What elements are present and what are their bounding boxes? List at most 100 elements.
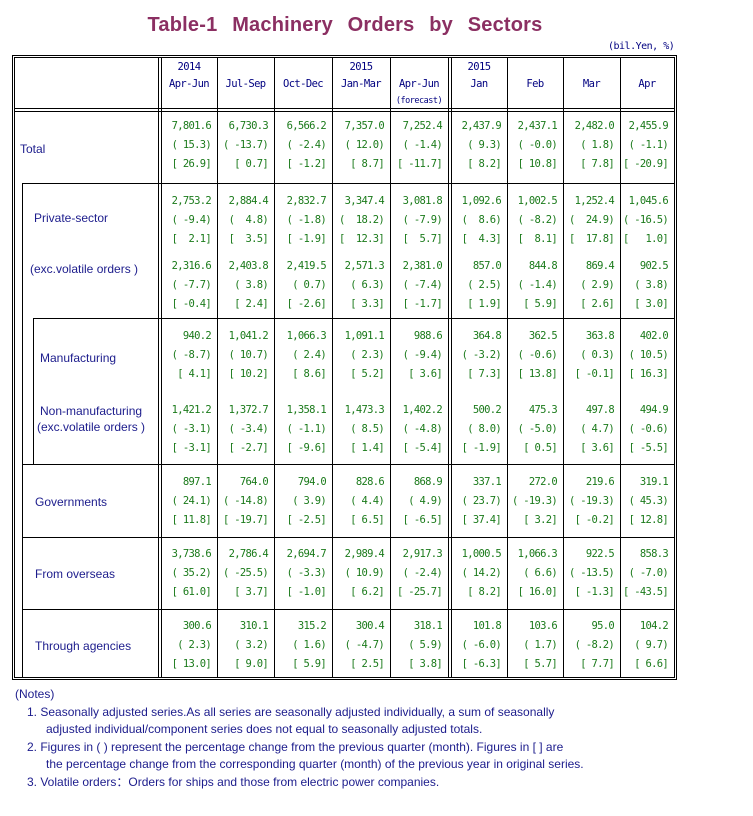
cell-yoy-change: [ -0.1]: [574, 368, 615, 380]
table-cell: 363.8 ( 0.3) [ -0.1]: [565, 327, 615, 384]
cell-value: 1,473.3: [344, 404, 385, 416]
row-label-text: Through agencies: [35, 639, 132, 653]
cell-value: 7,357.0: [344, 120, 385, 132]
cell-yoy-change: [ 8.6]: [292, 368, 326, 380]
row-label-text: Manufacturing: [40, 351, 117, 365]
cell-qoq-change: ( 3.9): [292, 495, 326, 507]
cell-value: 103.6: [528, 620, 558, 632]
cell-value: 300.4: [355, 620, 385, 632]
table-cell: 2,403.8 ( 3.8) [ 2.4]: [219, 257, 269, 314]
cell-qoq-change: ( 23.7): [461, 495, 502, 507]
cell-value: 475.3: [528, 404, 558, 416]
column-header-year: [620, 59, 674, 76]
cell-value: 3,738.6: [171, 548, 212, 560]
cell-value: 1,002.5: [517, 195, 558, 207]
row-label-non-manufacturing: Non-manufacturing (exc.volatile orders ): [37, 404, 145, 434]
table-cell: 828.6 ( 4.4) [ 6.5]: [334, 473, 384, 530]
cell-yoy-change: [ 7.8]: [580, 158, 614, 170]
table-cell: 494.9 ( -0.6) [ -5.5]: [622, 401, 669, 458]
cell-qoq-change: ( -4.7): [344, 639, 385, 651]
cell-value: 337.1: [472, 476, 502, 488]
cell-value: 494.9: [639, 404, 669, 416]
cell-qoq-change: ( 6.3): [350, 279, 384, 291]
row-label-text: Private-sector: [34, 211, 109, 225]
cell-qoq-change: ( -1.8): [286, 214, 327, 226]
cell-yoy-change: [ 8.7]: [350, 158, 384, 170]
cell-qoq-change: ( 3.8): [634, 279, 668, 291]
cell-qoq-change: ( 35.2): [171, 567, 212, 579]
cell-value: 319.1: [639, 476, 669, 488]
cell-qoq-change: ( -4.8): [402, 423, 443, 435]
table-cell: 3,081.8 ( -7.9) [ 5.7]: [392, 192, 443, 249]
column-divider: [390, 58, 391, 677]
row-label-text: (exc.volatile orders ): [30, 262, 139, 276]
cell-qoq-change: ( 9.3): [467, 139, 501, 151]
cell-yoy-change: [ 4.1]: [177, 368, 211, 380]
column-header: 2015 Jan-Mar: [332, 59, 390, 93]
cell-qoq-change: ( 3.8): [234, 279, 268, 291]
cell-value: 363.8: [585, 330, 615, 342]
cell-yoy-change: [ 8.2]: [467, 586, 501, 598]
cell-qoq-change: ( 18.2): [339, 214, 385, 226]
column-header-period: Jan: [470, 78, 488, 90]
cell-yoy-change: [ 9.0]: [234, 658, 268, 670]
cell-yoy-change: [ 3.6]: [408, 368, 442, 380]
cell-yoy-change: [ 3.8]: [408, 658, 442, 670]
cell-yoy-change: [ 5.2]: [350, 368, 384, 380]
column-header-period: Mar: [582, 78, 601, 90]
cell-yoy-change: [ 2.1]: [171, 233, 212, 245]
table-cell: 500.2 ( 8.0) [ -1.9]: [453, 401, 502, 458]
cell-yoy-change: [ -1.0]: [286, 586, 327, 598]
table-cell: 475.3 ( -5.0) [ 0.5]: [509, 401, 558, 458]
table-cell: 104.2 ( 9.7) [ 6.6]: [622, 617, 668, 674]
table-cell: 300.4 ( -4.7) [ 2.5]: [334, 617, 385, 674]
cell-qoq-change: ( 10.5): [628, 349, 669, 361]
table-cell: 7,252.4 ( -1.4) [ -11.7]: [392, 117, 443, 174]
column-header-period: Jul-Sep: [225, 78, 266, 90]
cell-yoy-change: [ 2.6]: [580, 298, 614, 310]
cell-yoy-change: [ -3.1]: [171, 442, 212, 454]
cell-qoq-change: ( 2.4): [292, 349, 326, 361]
cell-qoq-change: ( -3.1): [171, 423, 212, 435]
row-divider: [33, 318, 674, 319]
table-cell: 319.1 ( 45.3) [ 12.8]: [622, 473, 669, 530]
cell-yoy-change: [ 16.0]: [517, 586, 558, 598]
cell-value: 2,381.0: [402, 260, 443, 272]
cell-yoy-change: [ 6.2]: [350, 586, 384, 598]
cell-value: 7,252.4: [402, 120, 443, 132]
table-cell: 869.4 ( 2.9) [ 2.6]: [565, 257, 614, 314]
cell-yoy-change: [ -6.5]: [402, 514, 443, 526]
cell-value: 7,801.6: [171, 120, 212, 132]
cell-value: 2,455.9: [628, 120, 669, 132]
note-1-line-2: adjusted individual/component series doe…: [46, 722, 483, 736]
table-cell: 764.0 ( -14.8) [ -19.7]: [219, 473, 269, 530]
cell-value: 1,066.3: [286, 330, 327, 342]
cell-qoq-change: ( 8.6): [461, 214, 502, 226]
cell-qoq-change: ( 5.9): [408, 639, 442, 651]
cell-value: 6,566.2: [286, 120, 327, 132]
indent-line: [33, 318, 34, 464]
cell-qoq-change: ( -14.8): [223, 495, 269, 507]
cell-yoy-change: [ 7.7]: [580, 658, 614, 670]
row-divider: [22, 537, 674, 538]
column-header: Apr: [620, 59, 674, 93]
cell-qoq-change: ( -1.4): [517, 279, 558, 291]
column-divider: [620, 58, 621, 677]
column-header: 2014 Apr-Jun: [161, 59, 217, 93]
cell-value: 2,437.9: [461, 120, 502, 132]
cell-value: 2,403.8: [228, 260, 269, 272]
cell-value: 2,571.3: [344, 260, 385, 272]
units-label: (bil.Yen, %): [608, 41, 675, 52]
cell-qoq-change: ( 14.2): [461, 567, 502, 579]
cell-yoy-change: [ 8.2]: [467, 158, 501, 170]
cell-qoq-change: ( -25.5): [223, 567, 269, 579]
column-header-period: Jan-Mar: [340, 78, 382, 90]
cell-value: 869.4: [585, 260, 615, 272]
cell-yoy-change: [ 4.3]: [461, 233, 502, 245]
cell-qoq-change: ( 0.3): [580, 349, 614, 361]
cell-value: 95.0: [591, 620, 615, 632]
row-divider: [22, 464, 674, 465]
table-cell: 2,832.7 ( -1.8) [ -1.9]: [276, 192, 327, 249]
table-cell: 2,884.4 ( 4.8) [ 3.5]: [219, 192, 269, 249]
cell-value: 1,402.2: [402, 404, 443, 416]
